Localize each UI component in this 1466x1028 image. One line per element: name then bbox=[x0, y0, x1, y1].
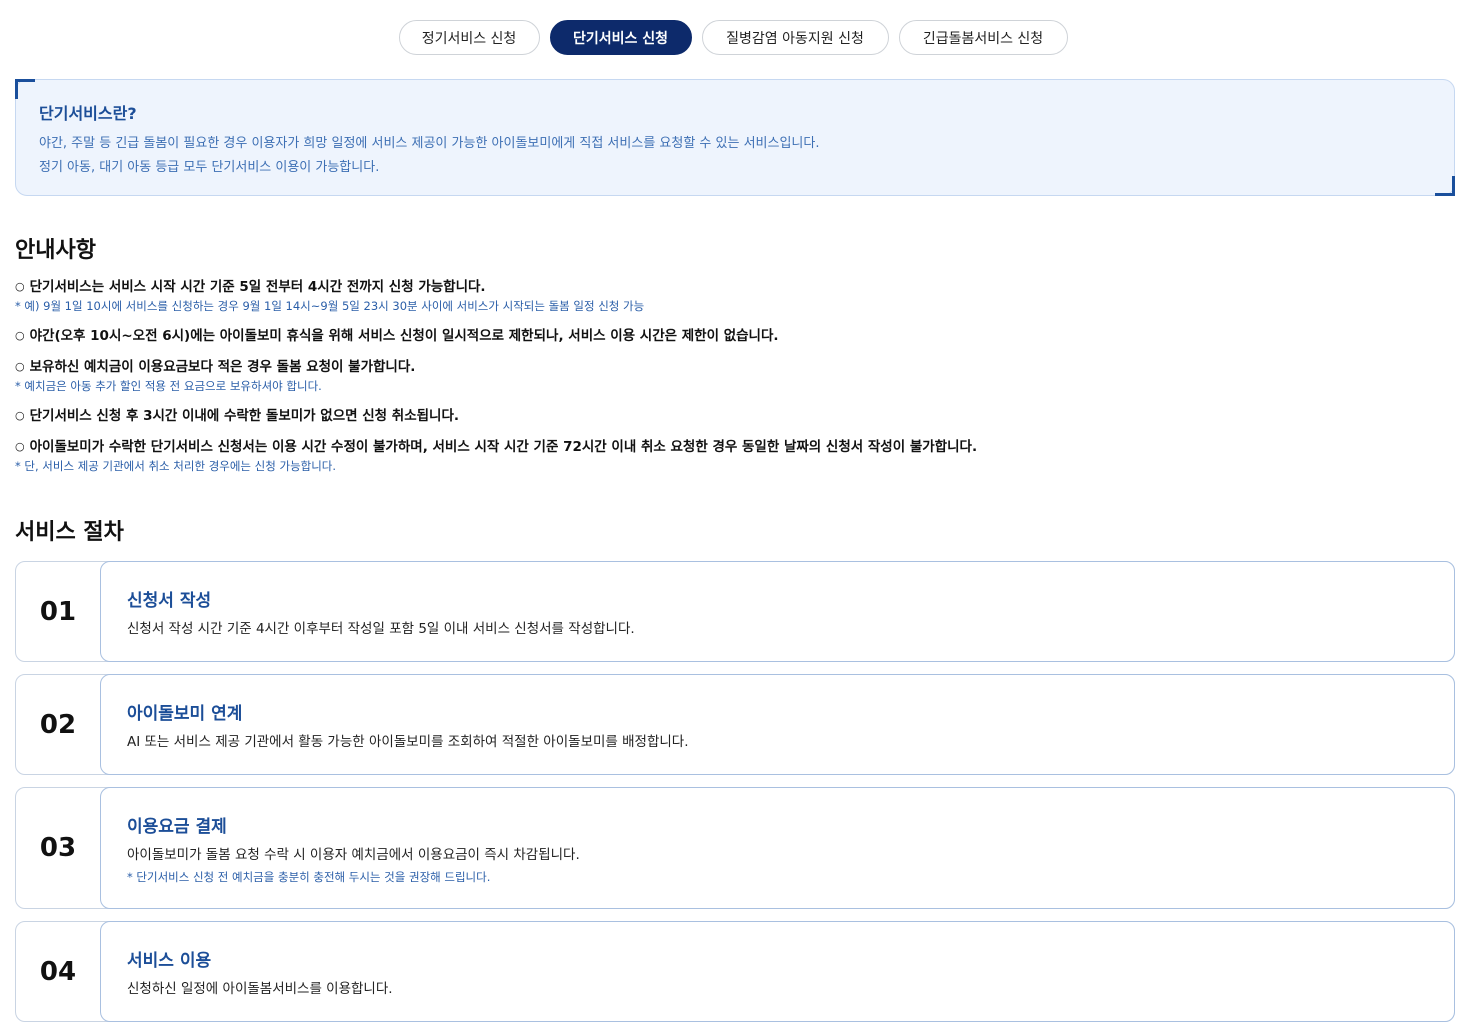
step-description: AI 또는 서비스 제공 기관에서 활동 가능한 아이돌보미를 조회하여 적절한… bbox=[127, 734, 689, 750]
step-title: 서비스 이용 bbox=[127, 951, 212, 971]
corner-decoration bbox=[15, 79, 35, 99]
step-content: 서비스 이용 신청하신 일정에 아이돌봄서비스를 이용합니다. bbox=[100, 921, 1455, 1022]
notice-item: ○ 단기서비스 신청 후 3시간 이내에 수락한 돌보미가 없으면 신청 취소됩니… bbox=[15, 407, 1455, 425]
tab-infection-child-support[interactable]: 질병감염 아동지원 신청 bbox=[701, 20, 889, 55]
tab-regular-service[interactable]: 정기서비스 신청 bbox=[398, 20, 540, 55]
circle-bullet-icon: ○ bbox=[15, 440, 25, 453]
step-number: 02 bbox=[39, 709, 77, 740]
step-note: * 단기서비스 신청 전 예치금을 충분히 충전해 두시는 것을 권장해 드립니… bbox=[127, 870, 491, 884]
notice-subtext: * 예) 9월 1일 10시에 서비스를 신청하는 경우 9월 1일 14시~9… bbox=[15, 299, 645, 313]
step-number: 04 bbox=[39, 956, 77, 987]
notice-item: ○ 아이돌보미가 수락한 단기서비스 신청서는 이용 시간 수정이 불가하며, 서… bbox=[15, 438, 1455, 475]
step-content: 이용요금 결제 아이돌보미가 돌봄 요청 수락 시 이용자 예치금에서 이용요금… bbox=[100, 787, 1455, 909]
tab-emergency-care-service[interactable]: 긴급돌봄서비스 신청 bbox=[898, 20, 1068, 55]
notice-text: 단기서비스 신청 후 3시간 이내에 수락한 돌보미가 없으면 신청 취소됩니다… bbox=[29, 408, 460, 424]
notice-text: 단기서비스는 서비스 시작 시간 기준 5일 전부터 4시간 전까지 신청 가능… bbox=[29, 279, 486, 295]
tab-short-term-service[interactable]: 단기서비스 신청 bbox=[549, 20, 692, 55]
notices-title: 안내사항 bbox=[15, 238, 96, 263]
step-title: 신청서 작성 bbox=[127, 591, 212, 611]
step-description: 신청하신 일정에 아이돌봄서비스를 이용합니다. bbox=[127, 981, 393, 997]
corner-decoration bbox=[1435, 176, 1455, 196]
notice-text: 야간(오후 10시~오전 6시)에는 아이돌보미 휴식을 위해 서비스 신청이 … bbox=[29, 328, 779, 344]
step-number: 03 bbox=[39, 833, 77, 863]
circle-bullet-icon: ○ bbox=[15, 329, 25, 342]
intro-title: 단기서비스란? bbox=[39, 104, 137, 123]
notice-item: ○ 보유하신 예치금이 이용요금보다 적은 경우 돌봄 요청이 불가합니다. * … bbox=[15, 358, 1455, 395]
step-card: 04 서비스 이용 신청하신 일정에 아이돌봄서비스를 이용합니다. bbox=[15, 921, 1455, 1022]
notice-subtext: * 예치금은 아동 추가 할인 적용 전 요금으로 보유하셔야 합니다. bbox=[15, 379, 322, 393]
service-tabs: 정기서비스 신청 단기서비스 신청 질병감염 아동지원 신청 긴급돌봄서비스 신… bbox=[0, 20, 1466, 55]
notice-text: 아이돌보미가 수락한 단기서비스 신청서는 이용 시간 수정이 불가하며, 서비… bbox=[29, 439, 978, 455]
step-description: 아이돌보미가 돌봄 요청 수락 시 이용자 예치금에서 이용요금이 즉시 차감됩… bbox=[127, 847, 580, 863]
notice-text: 보유하신 예치금이 이용요금보다 적은 경우 돌봄 요청이 불가합니다. bbox=[29, 359, 416, 375]
intro-line: 정기 아동, 대기 아동 등급 모두 단기서비스 이용이 가능합니다. bbox=[39, 160, 380, 175]
intro-box: 단기서비스란? 야간, 주말 등 긴급 돌봄이 필요한 경우 이용자가 희망 일… bbox=[15, 79, 1455, 196]
procedure-title: 서비스 절차 bbox=[15, 520, 124, 545]
step-title: 이용요금 결제 bbox=[127, 817, 227, 837]
notice-item: ○ 단기서비스는 서비스 시작 시간 기준 5일 전부터 4시간 전까지 신청 가… bbox=[15, 278, 1455, 315]
notice-subtext: * 단, 서비스 제공 기관에서 취소 처리한 경우에는 신청 가능합니다. bbox=[15, 459, 337, 473]
circle-bullet-icon: ○ bbox=[15, 280, 25, 293]
step-description: 신청서 작성 시간 기준 4시간 이후부터 작성일 포함 5일 이내 서비스 신… bbox=[127, 621, 635, 637]
step-number: 01 bbox=[39, 596, 77, 627]
step-title: 아이돌보미 연계 bbox=[127, 704, 243, 724]
intro-line: 야간, 주말 등 긴급 돌봄이 필요한 경우 이용자가 희망 일정에 서비스 제… bbox=[39, 136, 820, 151]
notice-list: ○ 단기서비스는 서비스 시작 시간 기준 5일 전부터 4시간 전까지 신청 가… bbox=[15, 278, 1455, 485]
step-card: 01 신청서 작성 신청서 작성 시간 기준 4시간 이후부터 작성일 포함 5… bbox=[15, 561, 1455, 662]
notice-item: ○ 야간(오후 10시~오전 6시)에는 아이돌보미 휴식을 위해 서비스 신청이… bbox=[15, 327, 1455, 345]
step-card: 03 이용요금 결제 아이돌보미가 돌봄 요청 수락 시 이용자 예치금에서 이… bbox=[15, 787, 1455, 909]
step-content: 아이돌보미 연계 AI 또는 서비스 제공 기관에서 활동 가능한 아이돌보미를… bbox=[100, 674, 1455, 775]
step-content: 신청서 작성 신청서 작성 시간 기준 4시간 이후부터 작성일 포함 5일 이… bbox=[100, 561, 1455, 662]
step-card: 02 아이돌보미 연계 AI 또는 서비스 제공 기관에서 활동 가능한 아이돌… bbox=[15, 674, 1455, 775]
circle-bullet-icon: ○ bbox=[15, 409, 25, 422]
circle-bullet-icon: ○ bbox=[15, 360, 25, 373]
